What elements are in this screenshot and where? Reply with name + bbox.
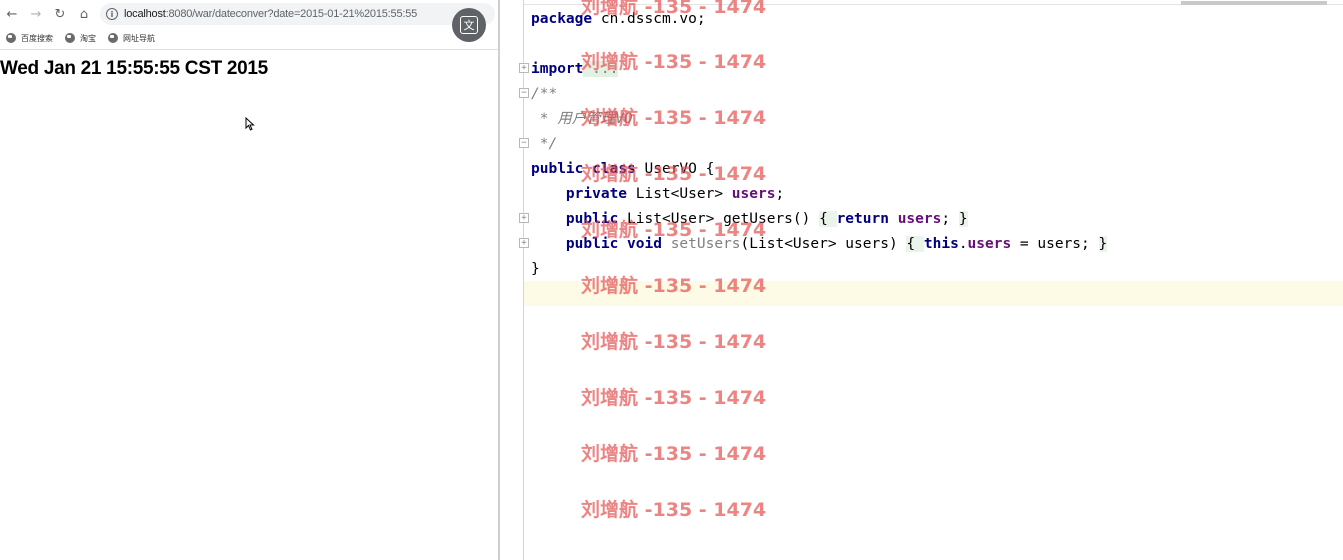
code-line-class-decl[interactable]: public class UserVO { — [531, 157, 714, 182]
toolbar-divider — [0, 49, 498, 50]
site-info-icon[interactable]: i — [106, 8, 118, 20]
watermark-text: 刘增航 -135 - 1474 — [581, 499, 767, 521]
code-editor[interactable]: + − − + + package cn.dsscm.vo; import ..… — [500, 0, 1343, 560]
punctuation: . — [958, 236, 968, 252]
bookmark-label: 网址导航 — [123, 33, 155, 43]
folded-brace[interactable]: { — [819, 211, 837, 227]
code-line-package[interactable]: package cn.dsscm.vo; — [531, 7, 706, 32]
keyword: private — [565, 186, 628, 202]
folded-brace[interactable]: } — [958, 211, 968, 227]
code-line-class-close[interactable]: } — [531, 257, 540, 282]
code-line-doc-close[interactable]: */ — [531, 132, 557, 157]
package-name: cn.dsscm.vo; — [592, 11, 706, 27]
fold-toggle-icon[interactable]: − — [519, 88, 529, 98]
globe-icon — [6, 33, 16, 43]
fold-toggle-icon[interactable]: + — [519, 238, 529, 248]
reload-icon[interactable]: ↻ — [48, 0, 72, 28]
code-line-field[interactable]: private List<User> users; — [531, 182, 784, 207]
field-name: users — [967, 236, 1012, 252]
address-path: :8080/war/dateconver?date=2015-01-21%201… — [165, 8, 418, 20]
watermark-text: 刘增航 -135 - 1474 — [581, 331, 767, 353]
address-host: localhost — [124, 8, 166, 20]
bookmark-item[interactable]: 网址导航 — [108, 33, 155, 44]
code-line-getter[interactable]: public List<User> getUsers() { return us… — [531, 207, 968, 232]
forward-arrow-icon[interactable]: → — [24, 0, 48, 28]
browser-window: ← → ↻ ⌂ i localhost:8080/war/dateconver?… — [0, 0, 498, 560]
address-text[interactable]: localhost:8080/war/dateconver?date=2015-… — [124, 8, 417, 20]
field-name: users — [731, 186, 776, 202]
folded-imports[interactable]: ... — [583, 61, 619, 77]
assignment: = users; — [1011, 236, 1099, 252]
editor-gutter — [500, 0, 524, 560]
keyword: return — [836, 211, 889, 227]
keyword: package — [531, 11, 593, 27]
keyword: public — [531, 161, 584, 177]
method-signature: List<User> getUsers() — [618, 211, 820, 227]
keyword: this — [923, 236, 959, 252]
translate-icon: 文 — [460, 16, 478, 34]
home-icon[interactable]: ⌂ — [72, 0, 96, 28]
keyword: public — [565, 236, 619, 252]
globe-icon — [65, 33, 75, 43]
bookmark-item[interactable]: 淘宝 — [65, 33, 96, 44]
fold-toggle-icon[interactable]: − — [519, 138, 529, 148]
current-line-highlight — [500, 281, 1343, 306]
page-date-text: Wed Jan 21 15:55:55 CST 2015 — [0, 58, 268, 79]
fold-toggle-icon[interactable]: + — [519, 213, 529, 223]
back-arrow-icon[interactable]: ← — [0, 0, 24, 28]
watermark-text: 刘增航 -135 - 1474 — [581, 387, 767, 409]
unused-method-name: setUsers — [670, 236, 741, 252]
code-line-doc-open[interactable]: /** — [531, 82, 557, 107]
mouse-cursor-icon — [245, 117, 255, 131]
horizontal-scrollbar-thumb[interactable] — [1181, 1, 1327, 5]
method-params: (List<User> users) — [740, 236, 907, 252]
keyword: void — [627, 236, 662, 252]
punctuation: ; — [775, 186, 785, 202]
code-line-setter[interactable]: public void setUsers(List<User> users) {… — [531, 232, 1108, 257]
keyword: public — [565, 211, 619, 227]
field-type: List<User> — [627, 186, 732, 202]
watermark-text: 刘增航 -135 - 1474 — [581, 443, 767, 465]
globe-icon — [108, 33, 118, 43]
bookmark-label: 淘宝 — [80, 33, 96, 43]
fold-toggle-icon[interactable]: + — [519, 63, 529, 73]
bookmark-label: 百度搜索 — [21, 33, 53, 43]
keyword: import — [531, 61, 584, 77]
browser-toolbar: ← → ↻ ⌂ i localhost:8080/war/dateconver?… — [0, 0, 498, 28]
keyword: class — [592, 161, 636, 177]
code-line-doc-body[interactable]: * 用户管理VO — [531, 107, 633, 132]
folded-brace[interactable]: } — [1098, 236, 1108, 252]
bookmark-item[interactable]: 百度搜索 — [6, 33, 53, 44]
translate-button[interactable]: 文 — [452, 8, 486, 42]
class-name: UserVO { — [635, 161, 715, 177]
bookmarks-bar: 百度搜索 淘宝 网址导航 — [0, 29, 161, 47]
folded-brace[interactable]: { — [906, 236, 924, 252]
code-line-import[interactable]: import ... — [531, 57, 619, 82]
punctuation: ; — [941, 211, 959, 227]
address-bar[interactable]: i localhost:8080/war/dateconver?date=201… — [100, 3, 495, 25]
field-name: users — [897, 211, 942, 227]
